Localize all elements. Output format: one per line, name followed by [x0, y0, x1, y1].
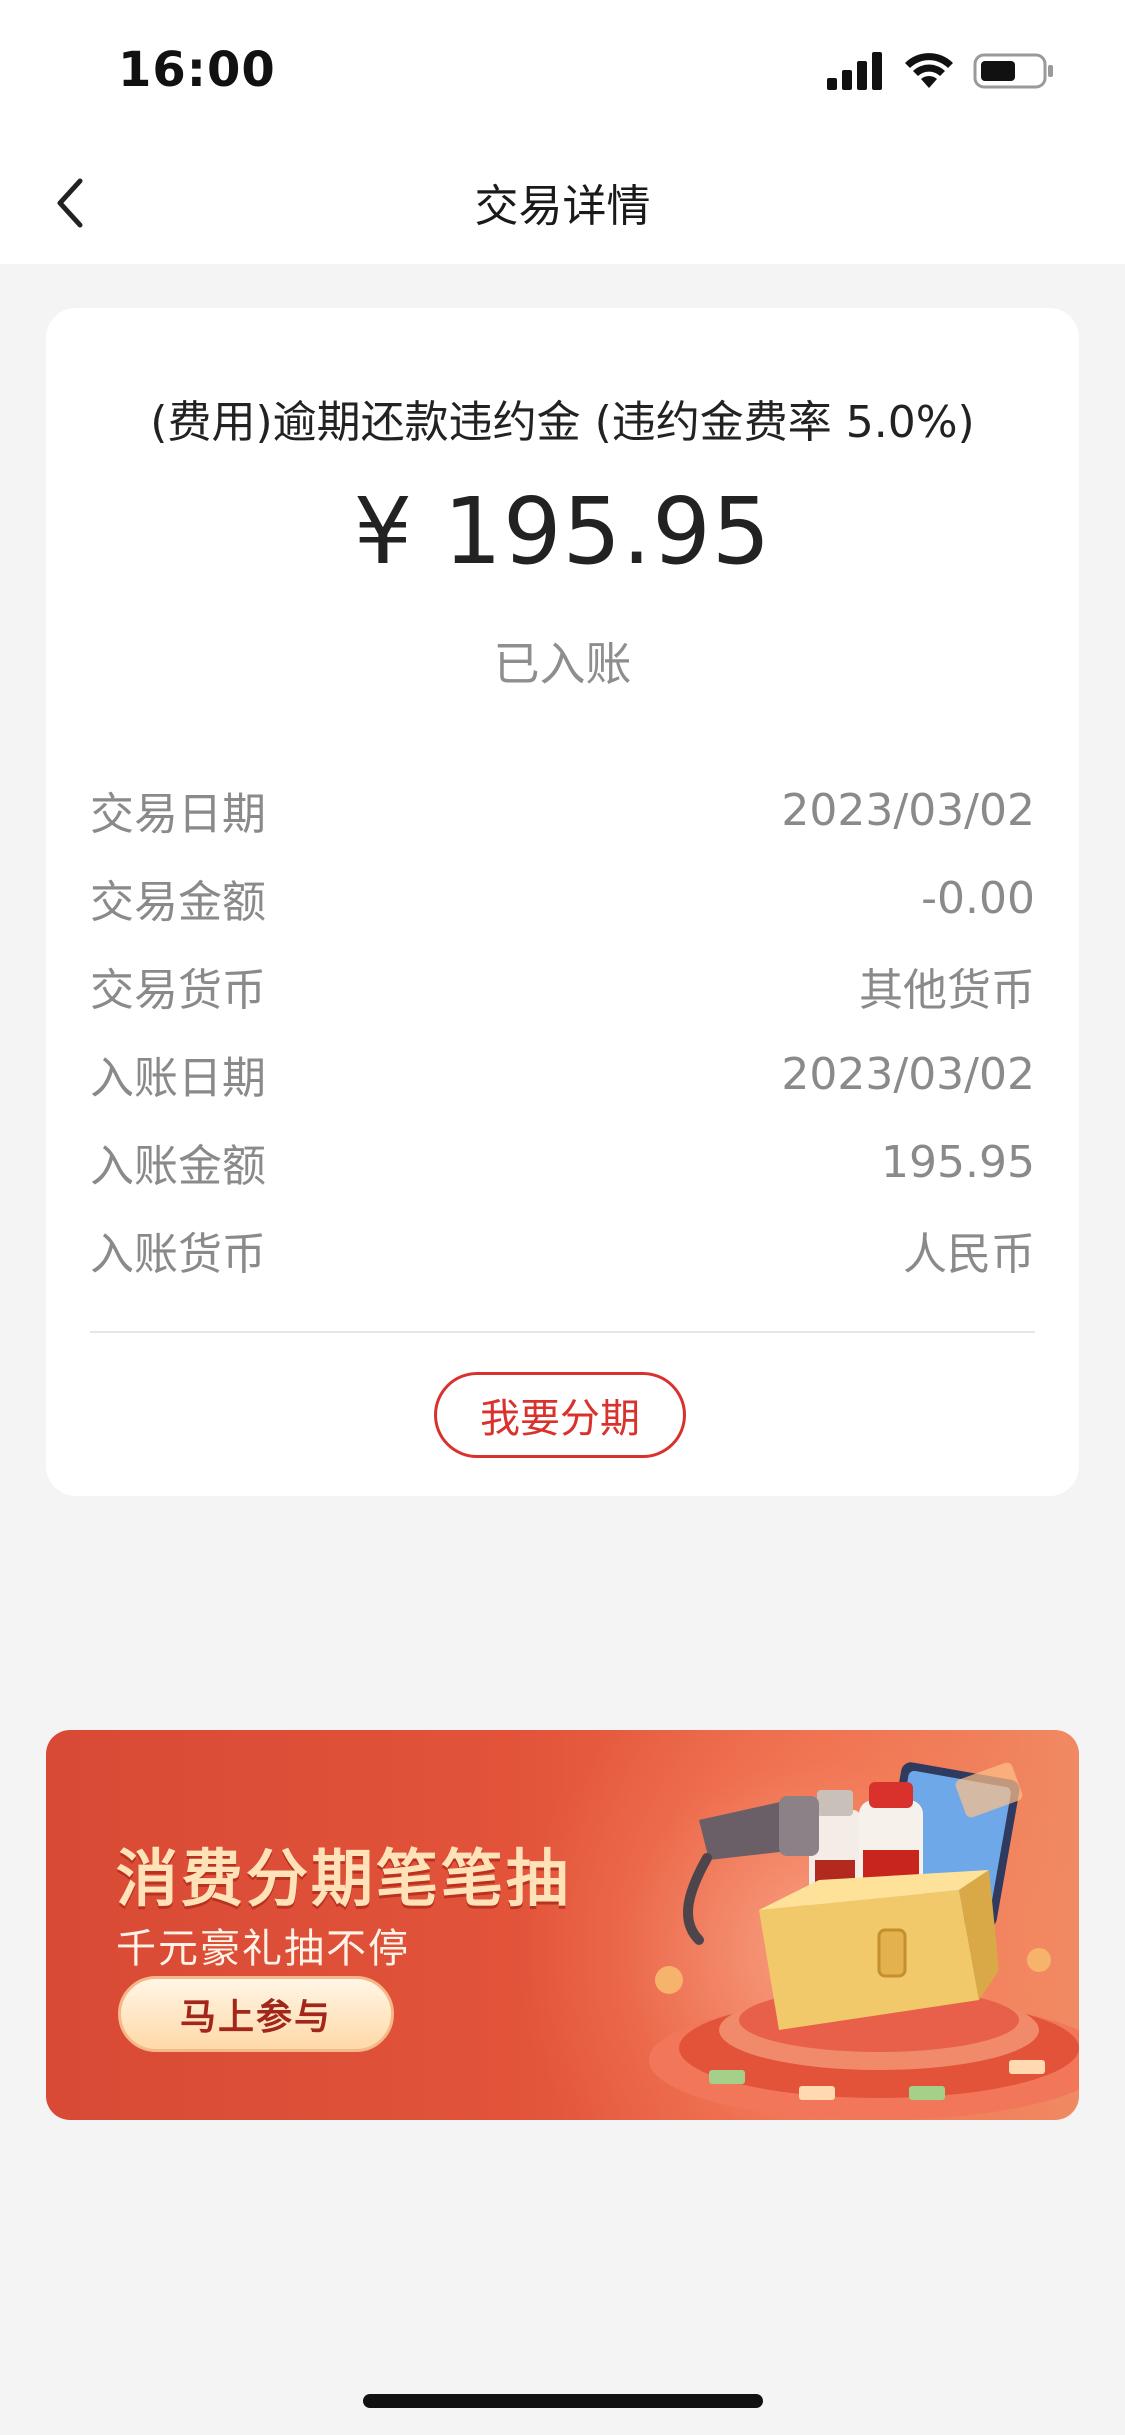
detail-label: 入账货币 [90, 1229, 266, 1280]
promo-headline: 消费分期笔笔抽 [116, 1842, 572, 1915]
transaction-amount: ¥ 195.95 [353, 478, 772, 585]
status-icons [827, 52, 1055, 90]
detail-row-posting-date: 入账日期 2023/03/02 [90, 1030, 1035, 1118]
detail-label: 入账日期 [90, 1053, 266, 1104]
detail-row-transaction-currency: 交易货币 其他货币 [90, 942, 1035, 1030]
page-title: 交易详情 [474, 181, 651, 232]
join-now-button[interactable]: 马上参与 [118, 1976, 394, 2052]
transaction-title: (费用)逾期还款违约金 (违约金费率 5.0%) [150, 397, 975, 448]
detail-label: 交易金额 [90, 877, 266, 928]
detail-value: 195.95 [881, 1136, 1035, 1188]
promo-subline: 千元豪礼抽不停 [116, 1926, 410, 1972]
detail-value: 2023/03/02 [781, 1048, 1035, 1100]
detail-row-transaction-date: 交易日期 2023/03/02 [90, 766, 1035, 854]
transaction-status: 已入账 [493, 637, 632, 691]
detail-value: 2023/03/02 [781, 784, 1035, 836]
detail-list: 交易日期 2023/03/02 交易金额 -0.00 交易货币 其他货币 入账日… [90, 766, 1035, 1294]
detail-value: 人民币 [903, 1229, 1035, 1280]
detail-label: 入账金额 [90, 1141, 266, 1192]
detail-value: -0.00 [921, 872, 1035, 924]
detail-value: 其他货币 [859, 965, 1035, 1016]
status-bar: 16:00 [0, 0, 1125, 140]
promo-banner[interactable]: 消费分期笔笔抽 千元豪礼抽不停 马上参与 [46, 1730, 1079, 2120]
detail-row-posting-amount: 入账金额 195.95 [90, 1118, 1035, 1206]
wifi-icon [905, 53, 953, 88]
detail-row-transaction-amount: 交易金额 -0.00 [90, 854, 1035, 942]
divider [90, 1331, 1035, 1333]
detail-row-posting-currency: 入账货币 人民币 [90, 1206, 1035, 1294]
navigation-bar: 交易详情 [0, 140, 1125, 264]
installment-button[interactable]: 我要分期 [434, 1372, 686, 1458]
detail-label: 交易货币 [90, 965, 266, 1016]
gift-box-illustration [649, 1762, 1079, 2120]
status-time: 16:00 [118, 42, 276, 98]
detail-label: 交易日期 [90, 789, 266, 840]
home-indicator[interactable] [363, 2394, 763, 2408]
transaction-detail-card: (费用)逾期还款违约金 (违约金费率 5.0%) ¥ 195.95 已入账 交易… [46, 308, 1079, 1496]
battery-icon [973, 53, 1053, 89]
cellular-signal-icon [827, 52, 882, 90]
